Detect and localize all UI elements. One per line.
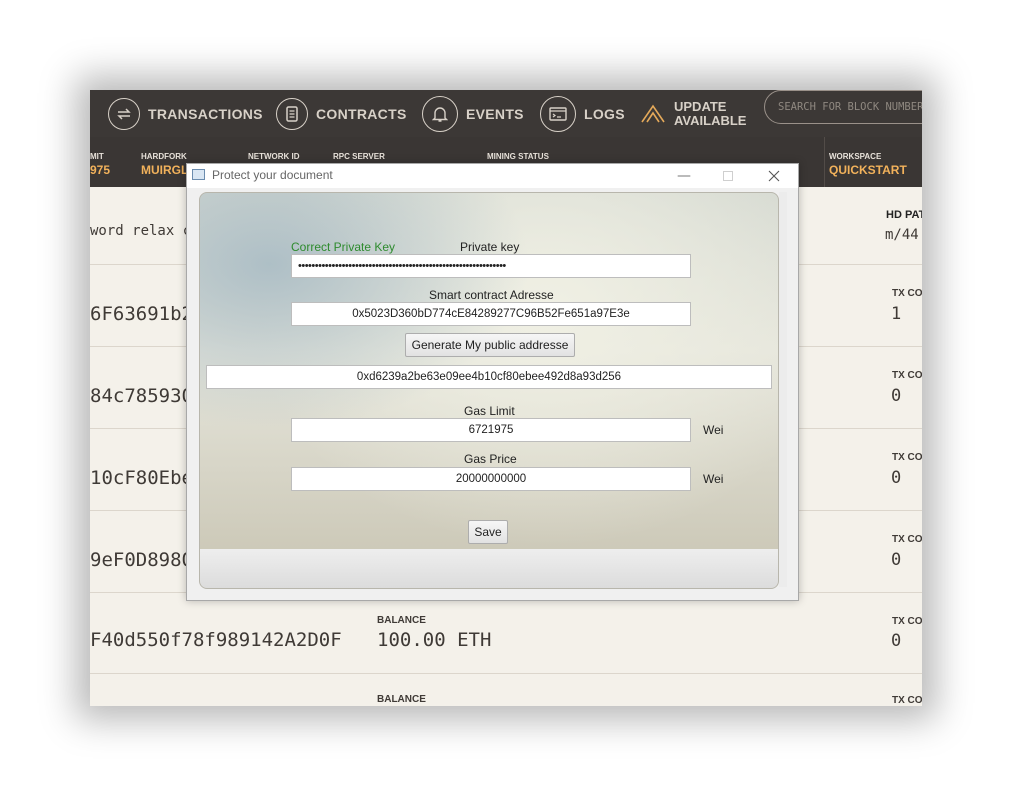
- nav-contracts-label: CONTRACTS: [316, 105, 407, 122]
- account-address: 10cF80Ebe: [90, 467, 193, 489]
- gas-price-value: 20000000000: [455, 473, 527, 485]
- hd-path-value: m/44: [885, 227, 919, 243]
- contract-address-label: Smart contract Adresse: [429, 288, 554, 302]
- account-address: F40d550f78f989142A2D0F: [90, 629, 342, 651]
- tx-count-label: TX CO: [892, 288, 922, 299]
- tx-count-label: TX CO: [892, 616, 922, 627]
- gas-limit-unit: Wei: [703, 423, 724, 437]
- stat-network-id-label: NETWORK ID: [248, 152, 300, 161]
- bell-icon: [422, 95, 458, 132]
- contract-address-value: 0x5023D360bD774cE84289277C96B52Fe651a97E…: [352, 308, 630, 320]
- tx-count-label: TX CO: [892, 534, 922, 545]
- update-label-line2: AVAILABLE: [674, 112, 747, 128]
- close-button[interactable]: [754, 164, 794, 188]
- window-app-icon: [192, 169, 205, 180]
- mnemonic-text: word relax c: [90, 223, 192, 239]
- stat-gas-limit-label: MIT: [90, 152, 104, 161]
- dialog-scrollbar[interactable]: [779, 192, 787, 587]
- generate-public-address-label: Generate My public addresse: [411, 338, 569, 352]
- nav-events-label: EVENTS: [466, 105, 524, 122]
- transactions-icon: [108, 97, 140, 130]
- stat-rpc-server-label: RPC SERVER: [333, 152, 385, 161]
- dialog-title: Protect your document: [212, 168, 333, 182]
- generate-public-address-button[interactable]: Generate My public addresse: [405, 333, 575, 357]
- gas-limit-value: 6721975: [468, 424, 514, 436]
- balance-value: 100.00 ETH: [377, 629, 492, 651]
- protect-document-dialog: Protect your document — Correct Private …: [186, 163, 799, 601]
- minimize-button[interactable]: —: [664, 164, 704, 188]
- update-label-line1: UPDATE: [674, 98, 727, 114]
- private-key-input[interactable]: ••••••••••••••••••••••••••••••••••••••••…: [291, 254, 691, 278]
- search-input[interactable]: SEARCH FOR BLOCK NUMBERS OR TX HASHES: [764, 90, 922, 124]
- tx-count-label: TX CO: [892, 452, 922, 463]
- update-available[interactable]: UPDATE AVAILABLE: [640, 90, 746, 137]
- tx-count-value: 0: [891, 386, 902, 406]
- status-divider: [824, 137, 825, 187]
- public-address-value: 0xd6239a2be63e09ee4b10cf80ebee492d8a93d2…: [356, 371, 622, 383]
- stat-mining-status-label: MINING STATUS: [487, 152, 549, 161]
- dialog-client-area: Correct Private Key Private key ••••••••…: [199, 192, 779, 589]
- gas-price-input[interactable]: 20000000000: [291, 467, 691, 491]
- nav-events[interactable]: EVENTS: [422, 90, 524, 137]
- balance-label: BALANCE: [377, 615, 426, 626]
- account-row[interactable]: F40d550f78f989142A2D0F BALANCE 100.00 ET…: [90, 593, 922, 674]
- nav-transactions[interactable]: TRANSACTIONS: [108, 90, 263, 137]
- public-address-field[interactable]: 0xd6239a2be63e09ee4b10cf80ebee492d8a93d2…: [206, 365, 772, 389]
- contract-address-input[interactable]: 0x5023D360bD774cE84289277C96B52Fe651a97E…: [291, 302, 691, 326]
- gas-limit-input[interactable]: 6721975: [291, 418, 691, 442]
- nav-logs-label: LOGS: [584, 105, 625, 122]
- gas-limit-label: Gas Limit: [464, 404, 515, 418]
- save-button[interactable]: Save: [468, 520, 508, 544]
- balance-label: BALANCE: [377, 694, 426, 705]
- account-address: 9eF0D8980: [90, 549, 193, 571]
- stat-gas-limit-value: 975: [90, 163, 111, 177]
- tx-count-value: 1: [891, 304, 902, 324]
- stat-hardfork-label: HARDFORK: [141, 152, 187, 161]
- account-row[interactable]: BALANCE TX CO: [90, 674, 922, 706]
- maximize-button[interactable]: [708, 164, 748, 188]
- correct-key-status: Correct Private Key: [291, 240, 396, 254]
- nav-transactions-label: TRANSACTIONS: [148, 105, 263, 122]
- nav-logs[interactable]: LOGS: [540, 90, 625, 137]
- hd-path-label: HD PAT: [886, 209, 922, 221]
- terminal-icon: [540, 95, 576, 132]
- tx-count-value: 0: [891, 631, 902, 651]
- account-address: 6F63691b2: [90, 303, 193, 325]
- account-address: 84c785930: [90, 385, 193, 407]
- nav-contracts[interactable]: CONTRACTS: [276, 90, 407, 137]
- private-key-value: ••••••••••••••••••••••••••••••••••••••••…: [298, 260, 506, 272]
- tx-count-value: 0: [891, 550, 902, 570]
- gas-price-label: Gas Price: [464, 452, 517, 466]
- contracts-icon: [276, 97, 308, 130]
- top-navigation: TRANSACTIONS CONTRACTS EVENTS LOGS UPDAT…: [90, 90, 922, 137]
- stat-hardfork-value: MUIRGL: [141, 163, 189, 177]
- tx-count-label: TX CO: [892, 370, 922, 381]
- stat-workspace-value: QUICKSTART: [829, 163, 907, 177]
- save-button-label: Save: [474, 525, 502, 539]
- search-placeholder: SEARCH FOR BLOCK NUMBERS OR TX HASHES: [778, 101, 922, 113]
- private-key-label: Private key: [460, 240, 520, 254]
- dialog-bottom-band: [200, 549, 778, 588]
- gas-price-unit: Wei: [703, 472, 724, 486]
- tx-count-label: TX CO: [892, 695, 922, 706]
- tx-count-value: 0: [891, 468, 902, 488]
- update-icon: [640, 104, 666, 124]
- stat-workspace-label: WORKSPACE: [829, 152, 882, 161]
- dialog-titlebar[interactable]: Protect your document —: [187, 164, 798, 188]
